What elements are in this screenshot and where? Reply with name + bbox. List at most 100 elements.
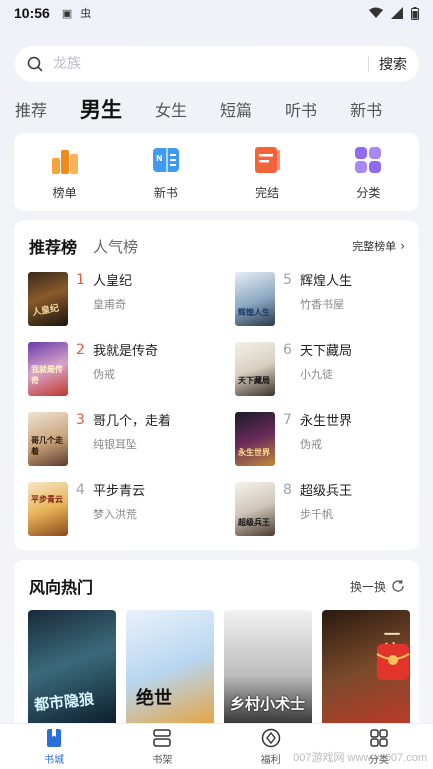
- status-bar: 10:56 ▣ 虫: [0, 0, 433, 26]
- rewards-icon: [261, 728, 280, 748]
- search-input[interactable]: [53, 56, 358, 72]
- book-cover: 平步青云: [28, 482, 68, 536]
- book-title: 永生世界: [300, 414, 353, 429]
- book-title: 人皇纪: [93, 274, 133, 289]
- ranking-item[interactable]: 平步青云 4 平步青云 梦入洪荒: [28, 482, 218, 540]
- ranking-icon: [51, 149, 78, 174]
- refresh-button[interactable]: 换一换: [350, 578, 405, 595]
- nav-label: 书架: [152, 755, 173, 766]
- rank-number: 6: [283, 342, 292, 358]
- book-author: 小九徒: [300, 368, 333, 381]
- quick-link-label: 分类: [356, 185, 381, 200]
- ranking-item[interactable]: 永生世界 7 永生世界 伪戒: [235, 412, 425, 470]
- quick-links-card: 榜单 N 新书 完结 分类: [14, 133, 419, 211]
- ranking-item[interactable]: 我就是传奇 2 我就是传奇 伪戒: [28, 342, 218, 400]
- app-notification-icon: 虫: [80, 8, 92, 20]
- rank-number: 2: [76, 342, 85, 358]
- nav-rewards[interactable]: 福利: [241, 727, 301, 766]
- completed-book-icon: [255, 146, 281, 173]
- chevron-right-icon: ›: [400, 239, 405, 253]
- bookstore-icon: [47, 729, 62, 747]
- tab-short[interactable]: 短篇: [220, 97, 252, 121]
- tab-female[interactable]: 女生: [155, 97, 187, 121]
- battery-icon: [411, 6, 419, 20]
- hot-book-cover[interactable]: 都市隐狼: [28, 610, 116, 728]
- category-grid-icon: [355, 146, 382, 173]
- book-title: 哥几个，走着: [93, 414, 172, 429]
- book-title: 我就是传奇: [93, 344, 159, 359]
- book-author: 梦入洪荒: [93, 508, 137, 521]
- ranking-item[interactable]: 天下藏局 6 天下藏局 小九徒: [235, 342, 425, 400]
- ranking-item[interactable]: 哥几个走着 3 哥几个，走着 纯银耳坠: [28, 412, 218, 470]
- book-cover: 天下藏局: [235, 342, 275, 396]
- book-cover: 人皇纪: [28, 272, 68, 326]
- book-author: 伪戒: [300, 438, 322, 451]
- hot-trends-card: 风向热门 换一换 都市隐狼 绝世 乡村小术士 一浪: [14, 560, 419, 730]
- rank-number: 7: [283, 412, 292, 428]
- book-author: 步千帆: [300, 508, 333, 521]
- book-cover: 哥几个走着: [28, 412, 68, 466]
- quick-link-rankings[interactable]: 榜单: [25, 144, 105, 201]
- quick-link-completed[interactable]: 完结: [227, 144, 307, 201]
- quick-link-label: 榜单: [52, 185, 77, 200]
- ranking-item[interactable]: 人皇纪 1 人皇纪 皇甫奇: [28, 272, 218, 330]
- nav-bookstore[interactable]: 书城: [24, 727, 84, 766]
- search-icon: [27, 56, 43, 72]
- wifi-icon: [369, 7, 383, 18]
- ranking-item[interactable]: 辉煌人生 5 辉煌人生 竹香书屋: [235, 272, 425, 330]
- ranking-item[interactable]: 超级兵王 8 超级兵王 步千帆: [235, 482, 425, 540]
- book-cover: 我就是传奇: [28, 342, 68, 396]
- svg-text:N: N: [156, 154, 163, 163]
- rank-number: 3: [76, 412, 85, 428]
- book-author: 伪戒: [93, 368, 115, 381]
- watermark: 007游戏网 www.yx007.com: [293, 752, 427, 764]
- ranking-card: 推荐榜 人气榜 完整榜单 › 人皇纪 1 人皇纪 皇甫奇 我就是传奇 2 我就是…: [14, 220, 419, 550]
- quick-link-categories[interactable]: 分类: [328, 144, 408, 201]
- refresh-icon: [392, 579, 404, 592]
- tab-popular-ranking[interactable]: 人气榜: [93, 236, 138, 257]
- book-cover: 辉煌人生: [235, 272, 275, 326]
- ranking-header: 推荐榜 人气榜 完整榜单 ›: [29, 234, 405, 258]
- full-ranking-label: 完整榜单: [352, 240, 397, 253]
- category-grid-icon: [370, 729, 388, 747]
- tab-new-books[interactable]: 新书: [350, 97, 382, 121]
- rank-number: 8: [283, 482, 292, 498]
- quick-link-label: 完结: [255, 185, 280, 200]
- notification-icon: ▣: [61, 7, 73, 20]
- new-book-icon: N: [152, 147, 179, 172]
- hot-book-cover[interactable]: 乡村小术士: [224, 610, 312, 728]
- tab-recommend-ranking[interactable]: 推荐榜: [29, 234, 77, 258]
- category-tabs: 推荐 男生 女生 短篇 听书 新书: [15, 92, 419, 126]
- nav-label: 书城: [44, 755, 65, 766]
- book-author: 纯银耳坠: [93, 438, 137, 451]
- book-title: 平步青云: [93, 484, 146, 499]
- search-bar: 搜索: [15, 46, 419, 82]
- hot-trends-header: 风向热门 换一换: [29, 574, 405, 598]
- book-author: 竹香书屋: [300, 298, 344, 311]
- hot-book-list: 都市隐狼 绝世 乡村小术士 一浪: [28, 610, 410, 728]
- rank-number: 4: [76, 482, 85, 498]
- refresh-label: 换一换: [349, 579, 386, 594]
- book-title: 天下藏局: [300, 344, 353, 359]
- book-cover: 超级兵王: [235, 482, 275, 536]
- tab-male[interactable]: 男生: [80, 94, 122, 124]
- tab-audiobook[interactable]: 听书: [285, 97, 317, 121]
- search-button[interactable]: 搜索: [379, 54, 407, 74]
- quick-link-label: 新书: [153, 185, 178, 200]
- nav-bookshelf[interactable]: 书架: [132, 727, 192, 766]
- bookshelf-icon: [153, 729, 172, 747]
- hot-trends-title: 风向热门: [29, 578, 94, 597]
- red-envelope-icon[interactable]: [373, 640, 413, 686]
- hot-book-cover[interactable]: 绝世: [126, 610, 214, 728]
- tab-recommend[interactable]: 推荐: [15, 97, 47, 121]
- book-cover: 永生世界: [235, 412, 275, 466]
- nav-label: 福利: [260, 755, 281, 766]
- book-title: 辉煌人生: [300, 274, 353, 289]
- full-ranking-link[interactable]: 完整榜单 ›: [352, 238, 405, 254]
- book-author: 皇甫奇: [93, 298, 126, 311]
- book-title: 超级兵王: [300, 484, 353, 499]
- signal-icon: [391, 7, 403, 19]
- quick-link-new-books[interactable]: N 新书: [126, 144, 206, 201]
- search-divider: [368, 56, 369, 72]
- rank-number: 5: [283, 272, 292, 288]
